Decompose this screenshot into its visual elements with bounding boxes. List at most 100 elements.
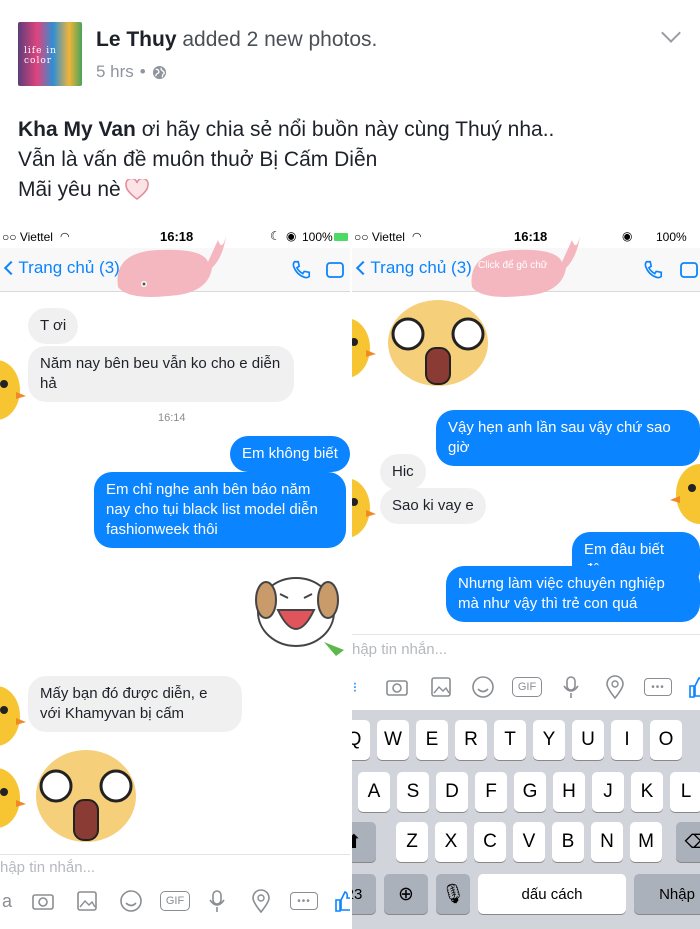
message-input[interactable]: hập tin nhắn... (352, 634, 700, 658)
photo-icon[interactable] (74, 888, 100, 914)
smile-icon[interactable] (118, 888, 144, 914)
smile-icon[interactable] (470, 674, 496, 700)
back-label: Trang chủ (3) (18, 258, 120, 277)
author-name[interactable]: Le Thuy (96, 28, 177, 51)
key-r[interactable]: R (455, 720, 487, 760)
message-outgoing[interactable]: Em chỉ nghe anh bên báo năm nay cho tụi … (94, 472, 346, 548)
back-button[interactable]: Trang chủ (3) (355, 258, 472, 278)
photo-left-messenger-screenshot[interactable]: ○○ Viettel ◠ 16:18 ☾ ◉ 100% Trang chủ (3… (0, 226, 350, 929)
menu-dots-icon[interactable]: ⁝ (352, 674, 368, 700)
post-header: Le Thuy added 2 new photos. (96, 28, 377, 52)
globe-icon (152, 65, 166, 79)
key-f[interactable]: F (475, 772, 507, 812)
back-chevron-icon (3, 260, 19, 276)
key-x[interactable]: X (435, 822, 467, 862)
key-h[interactable]: H (553, 772, 585, 812)
location-icon[interactable] (248, 888, 274, 914)
facebook-post: life in color Le Thuy added 2 new photos… (0, 0, 700, 929)
globe-key-icon[interactable]: ⊕ (384, 874, 428, 914)
video-call-icon[interactable] (680, 261, 700, 279)
camera-icon[interactable] (384, 674, 410, 700)
gif-icon[interactable]: GIF (160, 891, 190, 911)
puppy-sticker-icon (255, 577, 344, 656)
message-outgoing[interactable]: Nhưng làm việc chuyên nghiệp mà như vậy … (446, 566, 700, 622)
message-incoming[interactable]: Hic (380, 454, 426, 490)
key-d[interactable]: D (436, 772, 468, 812)
back-label: Trang chủ (3) (370, 258, 472, 277)
key-o[interactable]: O (650, 720, 682, 760)
message-outgoing[interactable]: Vậy hẹn anh lần sau vậy chứ sao giờ (436, 410, 700, 466)
key-q[interactable]: Q (352, 720, 370, 760)
key-z[interactable]: Z (396, 822, 428, 862)
post-action: added 2 new photos. (182, 28, 378, 51)
key-y[interactable]: Y (533, 720, 565, 760)
message-incoming[interactable]: Năm nay bên beu vẫn ko cho e diễn hả (28, 346, 294, 402)
more-icon[interactable]: ••• (644, 678, 672, 696)
camera-icon[interactable] (30, 888, 56, 914)
carrier: ○○ Viettel (2, 230, 53, 244)
timestamp: 16:14 (158, 412, 186, 424)
caption-line-3: Mãi yêu nè (18, 178, 149, 202)
post-options-chevron-icon[interactable] (661, 23, 681, 43)
call-icon[interactable] (642, 259, 664, 281)
input-placeholder: hập tin nhắn... (352, 641, 448, 658)
message-incoming[interactable]: T ơi (28, 308, 79, 344)
back-button[interactable]: Trang chủ (3) (3, 258, 120, 278)
key-t[interactable]: T (494, 720, 526, 760)
key-m[interactable]: M (630, 822, 662, 862)
chat-header: Trang chủ (3) (0, 236, 350, 297)
text-aa-icon[interactable]: a (0, 888, 20, 914)
return-key[interactable]: Nhập (634, 874, 700, 914)
dictation-mic-icon[interactable]: 🎙 (436, 874, 470, 914)
key-u[interactable]: U (572, 720, 604, 760)
whale-hint[interactable]: Click để gõ chữ (478, 260, 548, 271)
mic-icon[interactable] (204, 888, 230, 914)
message-input[interactable]: hập tin nhắn... (0, 854, 350, 876)
avatar-logo-text: life in color (24, 46, 57, 66)
key-g[interactable]: G (514, 772, 546, 812)
backspace-key[interactable]: ⌫ (676, 822, 700, 862)
message-outgoing[interactable]: Em không biết (230, 436, 350, 472)
key-j[interactable]: J (592, 772, 624, 812)
key-s[interactable]: S (397, 772, 429, 812)
video-call-icon[interactable] (326, 261, 350, 279)
carrier: ○○ Viettel (354, 230, 405, 244)
mic-icon[interactable] (558, 674, 584, 700)
caption-line-2: Vẫn là vấn đề muôn thuở Bị Cấm Diễn (18, 148, 378, 171)
key-i[interactable]: I (611, 720, 643, 760)
numbers-key[interactable]: 23 (352, 874, 376, 914)
composer-toolbar: ⁝ GIF ••• (352, 674, 700, 704)
moon-icon: ☾ (270, 229, 281, 243)
key-a[interactable]: A (358, 772, 390, 812)
key-b[interactable]: B (552, 822, 584, 862)
heart-icon (124, 179, 149, 201)
message-incoming[interactable]: Sao ki vay e (380, 488, 486, 524)
message-incoming[interactable]: Mấy bạn đó được diễn, e với Khamyvan bị … (28, 676, 242, 732)
whale-sticker-icon[interactable] (108, 232, 228, 314)
key-w[interactable]: W (377, 720, 409, 760)
photo-right-messenger-screenshot[interactable]: ○○ Viettel ◠ 16:18 ◉ 100% Trang chủ (3) … (352, 226, 700, 929)
like-icon[interactable] (686, 674, 700, 700)
more-icon[interactable]: ••• (290, 892, 318, 910)
gif-icon[interactable]: GIF (512, 677, 542, 697)
space-key[interactable]: dấu cách (478, 874, 626, 914)
key-c[interactable]: C (474, 822, 506, 862)
author-avatar[interactable]: life in color (18, 22, 82, 86)
call-icon[interactable] (290, 259, 312, 281)
shift-key[interactable]: ⬆ (352, 822, 376, 862)
chick-sticker-icon (0, 768, 26, 828)
chick-sticker-icon (0, 686, 26, 746)
photo-icon[interactable] (428, 674, 454, 700)
location-icon[interactable] (602, 674, 628, 700)
post-meta: 5 hrs • (96, 62, 167, 82)
post-time[interactable]: 5 hrs (96, 62, 134, 82)
like-icon[interactable] (332, 888, 350, 914)
key-n[interactable]: N (591, 822, 623, 862)
wifi-icon: ◠ (60, 231, 70, 243)
mention-link[interactable]: Kha My Van (18, 118, 136, 141)
key-k[interactable]: K (631, 772, 663, 812)
caption-line-1: Kha My Van ơi hãy chia sẻ nổi buồn này c… (18, 118, 554, 142)
key-v[interactable]: V (513, 822, 545, 862)
key-l[interactable]: L (670, 772, 700, 812)
key-e[interactable]: E (416, 720, 448, 760)
